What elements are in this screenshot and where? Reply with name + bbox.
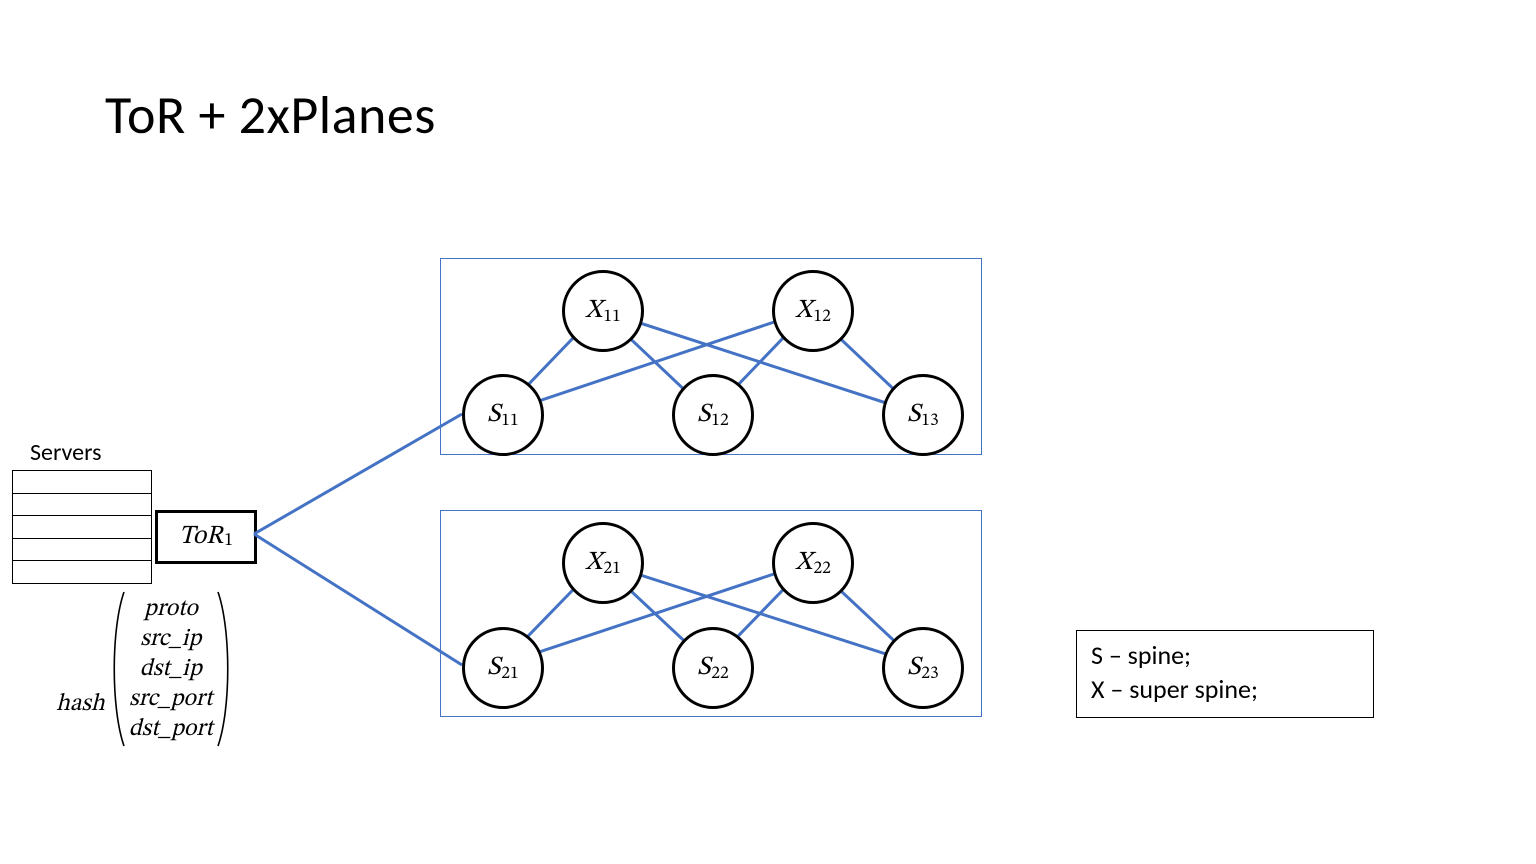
node-name: X xyxy=(585,547,602,580)
hash-field: dst_port xyxy=(129,714,213,744)
node-x12: X12 xyxy=(772,270,854,352)
server-stack xyxy=(12,470,152,584)
legend-line-s: S – spine; xyxy=(1091,639,1359,673)
node-name: S xyxy=(697,399,710,432)
legend: S – spine; X – super spine; xyxy=(1076,630,1374,718)
node-name: S xyxy=(907,652,920,685)
server-row xyxy=(12,493,152,517)
node-s11: S11 xyxy=(462,374,544,456)
node-index: 22 xyxy=(711,664,729,685)
node-s21: S21 xyxy=(462,627,544,709)
legend-line-x: X – super spine; xyxy=(1091,673,1359,707)
right-paren-icon xyxy=(215,590,233,748)
node-index: 12 xyxy=(813,307,831,328)
node-s12: S12 xyxy=(672,374,754,456)
node-index: 11 xyxy=(603,307,621,328)
server-row xyxy=(12,538,152,562)
server-row xyxy=(12,560,152,584)
node-s22: S22 xyxy=(672,627,754,709)
node-index: 13 xyxy=(921,411,939,432)
tor-node: ToR1 xyxy=(155,510,257,564)
tor-name: ToR xyxy=(179,521,223,554)
node-x22: X22 xyxy=(772,522,854,604)
node-index: 11 xyxy=(501,411,519,432)
node-s13: S13 xyxy=(882,374,964,456)
node-name: S xyxy=(697,652,710,685)
node-name: X xyxy=(795,547,812,580)
page-title: ToR + 2xPlanes xyxy=(105,82,436,148)
node-x21: X21 xyxy=(562,522,644,604)
hash-func-label: hash xyxy=(56,619,105,719)
node-index: 21 xyxy=(603,559,621,580)
tor-index: 1 xyxy=(224,530,233,553)
servers-label: Servers xyxy=(30,438,101,467)
hash-field: src_port xyxy=(129,684,212,714)
node-name: X xyxy=(795,295,812,328)
server-row xyxy=(12,470,152,494)
node-index: 23 xyxy=(921,664,939,685)
node-name: S xyxy=(907,399,920,432)
node-s23: S23 xyxy=(882,627,964,709)
hash-field: proto xyxy=(144,594,198,624)
hash-field: dst_ip xyxy=(140,654,202,684)
node-index: 21 xyxy=(501,664,519,685)
left-paren-icon xyxy=(109,590,127,748)
hash-tuple: hash proto src_ip dst_ip src_port dst_po… xyxy=(56,590,233,748)
hash-field: src_ip xyxy=(140,624,201,654)
node-index: 12 xyxy=(711,411,729,432)
node-name: X xyxy=(585,295,602,328)
node-name: S xyxy=(487,399,500,432)
node-name: S xyxy=(487,652,500,685)
server-row xyxy=(12,515,152,539)
node-index: 22 xyxy=(813,559,831,580)
node-x11: X11 xyxy=(562,270,644,352)
